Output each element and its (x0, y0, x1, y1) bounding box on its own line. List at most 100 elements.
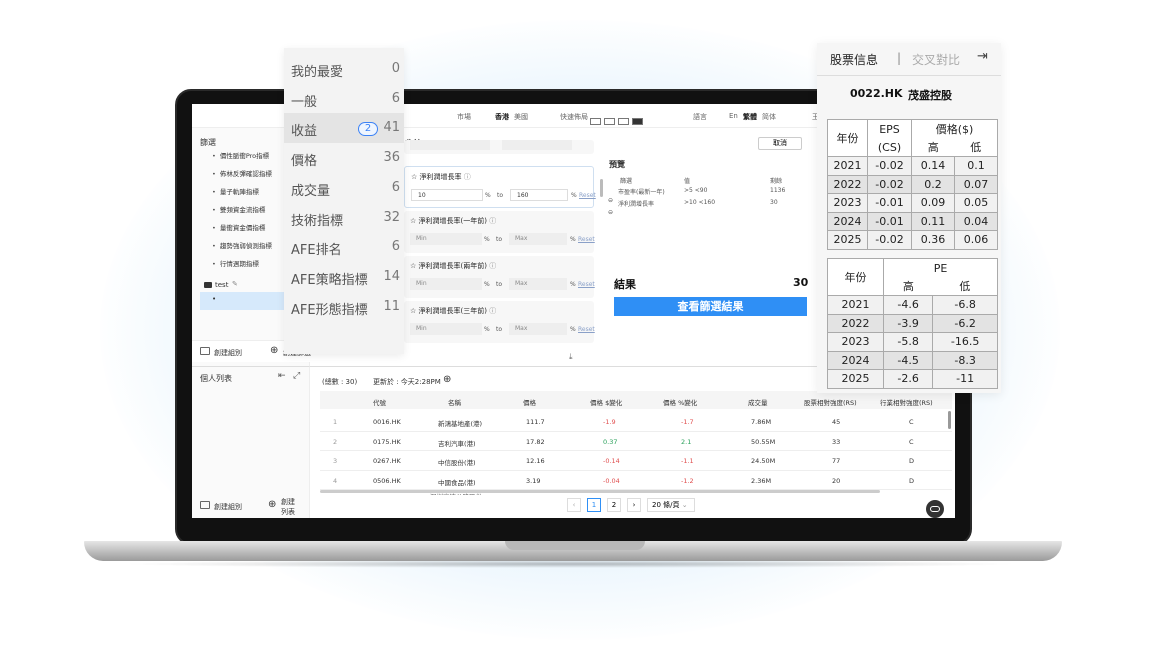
category-item[interactable]: 一般 6 (284, 84, 404, 114)
layout-switcher[interactable] (587, 111, 643, 130)
max-input[interactable]: 160 (510, 189, 568, 201)
max-input[interactable]: Max (509, 233, 567, 245)
category-item[interactable]: 我的最愛 0 (284, 54, 404, 84)
table-row[interactable]: 3 0267.HK 中信股份(港) 12.16 -0.14 -1.1 24.50M 77 D (320, 451, 952, 471)
expand-icon[interactable]: ⤢ (293, 371, 300, 381)
collapse-icon[interactable]: ⇤ (278, 371, 286, 381)
info-icon[interactable]: ⓘ (489, 262, 496, 270)
col-header[interactable]: 名稱 (448, 397, 461, 407)
cell-price: 3.19 (526, 476, 541, 485)
star-icon[interactable]: ☆ (410, 307, 416, 315)
watchlist-new-group[interactable]: 創建組別 (214, 502, 242, 512)
edit-icon[interactable]: ✎ (232, 280, 238, 288)
view-results-button[interactable]: 查看篩選結果 (614, 297, 807, 316)
screen-item[interactable]: 雙頻資金流指標 (212, 204, 272, 222)
reset-link[interactable]: Reset (578, 236, 595, 243)
new-group-icon[interactable] (200, 501, 210, 509)
cell-rs: 33 (832, 437, 841, 446)
star-icon[interactable]: ☆ (411, 173, 417, 181)
reset-link[interactable]: Reset (578, 326, 595, 333)
market-hk[interactable]: 香港 (495, 112, 509, 122)
layout-1-icon[interactable] (590, 118, 601, 125)
market-us[interactable]: 美國 (514, 112, 528, 122)
add-icon[interactable]: ⊕ (443, 374, 451, 385)
category-item[interactable]: 成交量 6 (284, 173, 404, 203)
col-header[interactable]: 價格 $變化 (590, 397, 622, 407)
screen-item[interactable]: 量衝資金價指標 (212, 222, 272, 240)
filter-card[interactable]: ☆ 淨利潤增長率 ⓘ 10 % to 160 % Reset (404, 166, 596, 208)
download-icon[interactable]: ⤓ (569, 352, 573, 362)
min-input[interactable]: Min (410, 323, 482, 335)
min-input[interactable] (410, 140, 490, 150)
page-2[interactable]: 2 (607, 498, 621, 512)
screen-item[interactable]: 行情週期指標 (212, 258, 272, 276)
page-size-select[interactable]: 20 條/頁 ⌄ (647, 498, 695, 512)
max-input[interactable]: Max (509, 323, 567, 335)
screen-item[interactable]: 量子軌陣指標 (212, 186, 272, 204)
min-input[interactable]: 10 (411, 189, 483, 201)
filter-card[interactable]: ☆ 淨利潤增長率(兩年前) ⓘ Min % to Max % Reset (404, 256, 595, 298)
table-row[interactable]: 4 0506.HK 中國食品(港) 3.19 -0.04 -1.2 2.36M 20 D (320, 471, 952, 490)
category-label: 價格 (291, 154, 318, 170)
tab-cross-compare[interactable]: 交叉對比 (912, 51, 960, 68)
max-input[interactable]: Max (509, 278, 567, 290)
tab-stock-info[interactable]: 股票信息 (830, 51, 878, 68)
plus-circle-icon[interactable]: ⊕ (270, 345, 278, 356)
col-header[interactable]: 價格 (523, 397, 536, 407)
category-label: 我的最愛 (291, 65, 344, 80)
category-item[interactable]: 收益 2 41 (284, 113, 404, 144)
folder-name[interactable]: test (215, 281, 228, 289)
grid-scrollbar[interactable] (948, 411, 951, 429)
min-input[interactable]: Min (410, 233, 482, 245)
grid-h-scrollbar[interactable] (320, 490, 880, 493)
category-item[interactable]: AFE形態指標 11 (284, 292, 404, 322)
layout-2-icon[interactable] (604, 118, 615, 125)
lang-tc[interactable]: 繁體 (743, 112, 757, 122)
table-row[interactable]: 2 0175.HK 吉利汽車(港) 17.82 0.37 2.1 50.55M 33 C (320, 432, 952, 451)
plus-circle-icon[interactable]: ⊕ (268, 499, 276, 510)
info-icon[interactable]: ⓘ (489, 307, 496, 315)
new-group-button[interactable]: 創建組別 (214, 348, 242, 358)
screen-item[interactable]: 價性脈衝Pro指標 (212, 150, 272, 168)
chat-bot-icon[interactable] (926, 500, 944, 518)
lang-en[interactable]: En (729, 112, 738, 120)
watchlist-new-list[interactable]: 創建列表 (281, 497, 301, 517)
col-header[interactable]: 股票相對強度(RS) (804, 397, 857, 407)
reset-link[interactable]: Reset (578, 281, 595, 288)
category-item[interactable]: AFE策略指標 14 (284, 262, 404, 292)
screen-item[interactable]: 佈林反彈確認指標 (212, 168, 272, 186)
category-item[interactable]: 價格 36 (284, 143, 404, 173)
category-item[interactable]: AFE排名 6 (284, 232, 404, 262)
lang-sc[interactable]: 简体 (762, 112, 776, 122)
category-item[interactable]: 技術指標 32 (284, 203, 404, 233)
col-header[interactable]: 價格 %變化 (663, 397, 697, 407)
reset-link[interactable]: Reset (579, 192, 596, 199)
filter-card[interactable]: ☆ 淨利潤增長率(一年前) ⓘ Min % to Max % Reset (404, 211, 595, 253)
screen-item[interactable]: 趨勢強弱偵測指標 (212, 240, 272, 258)
layout-3-icon[interactable] (618, 118, 629, 125)
filter-card[interactable]: ☆ 淨利潤增長率(三年前) ⓘ Min % to Max % Reset (404, 301, 595, 343)
cancel-button[interactable]: 取消 (758, 137, 802, 150)
pct-label: % (484, 236, 490, 243)
info-icon[interactable]: ⓘ (464, 173, 471, 181)
eps-cell: -0.02 (867, 174, 912, 194)
col-header[interactable]: 成交量 (748, 397, 768, 407)
star-icon[interactable]: ☆ (410, 217, 416, 225)
prev-page-button[interactable]: ‹ (567, 498, 581, 512)
table-row[interactable]: 1 0016.HK 新鴻基地產(港) 111.7 -1.9 -1.7 7.86M 45 C (320, 412, 952, 432)
min-input[interactable]: Min (410, 278, 482, 290)
page-1[interactable]: 1 (587, 498, 601, 512)
col-header[interactable]: 行業相對強度(RS) (880, 397, 933, 407)
info-icon[interactable]: ⓘ (489, 217, 496, 225)
new-group-icon[interactable] (200, 347, 210, 355)
star-icon[interactable]: ☆ (410, 262, 416, 270)
grid-header: 代號 名稱 價格 價格 $變化 價格 %變化 成交量 股票相對強度(RS) 行業… (320, 391, 952, 409)
col-header[interactable]: 代號 (373, 397, 386, 407)
next-page-button[interactable]: › (627, 498, 641, 512)
layout-4-icon[interactable] (632, 118, 643, 125)
collapse-panel-icon[interactable]: ⇥ (977, 49, 988, 64)
remove-icon[interactable]: ⊖ (608, 209, 613, 216)
eps-cell: 0.36 (911, 230, 955, 250)
filter-scrollbar[interactable] (600, 179, 603, 197)
max-input[interactable] (502, 140, 572, 150)
